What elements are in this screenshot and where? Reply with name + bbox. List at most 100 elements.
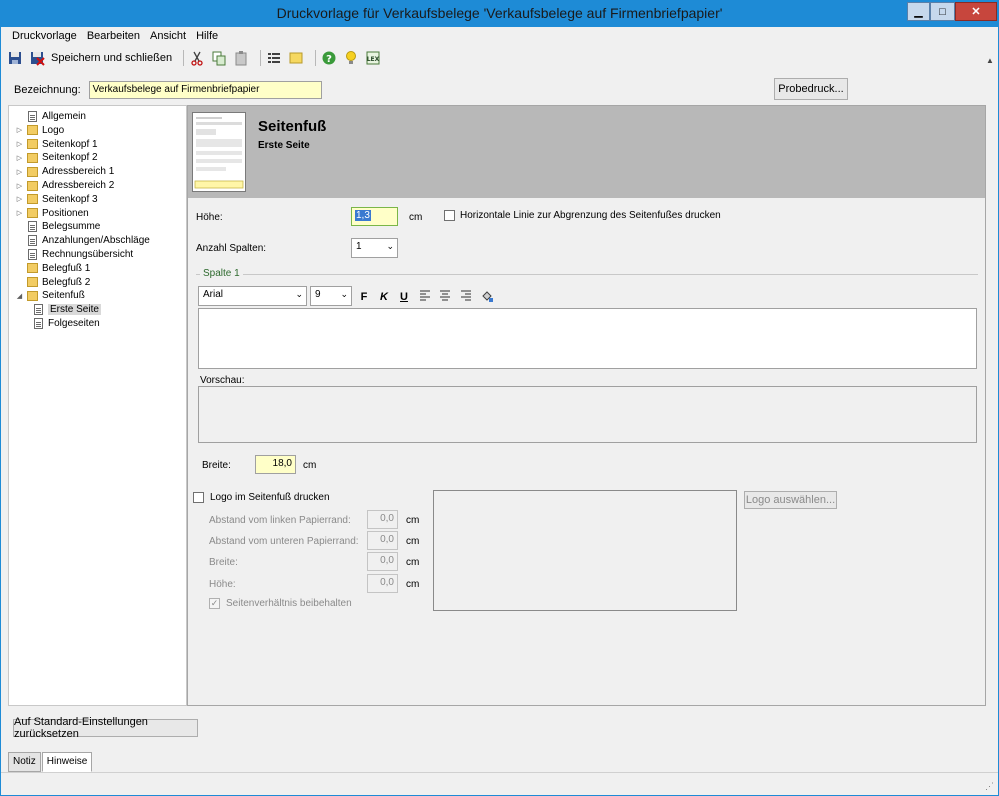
menu-hilfe[interactable]: Hilfe bbox=[191, 30, 223, 46]
expand-icon[interactable]: ▷ bbox=[15, 209, 24, 217]
minimize-button[interactable]: ▁ bbox=[907, 2, 930, 21]
page-icon bbox=[34, 304, 43, 316]
font-value: Arial bbox=[203, 289, 224, 300]
save-close-icon[interactable] bbox=[29, 50, 47, 66]
detail-panel: Seitenfuß Erste Seite Höhe: 1,3 cm Horiz… bbox=[187, 105, 986, 706]
tree-item-label: Anzahlungen/Abschläge bbox=[42, 235, 150, 247]
save-close-button[interactable]: Speichern und schließen bbox=[51, 52, 172, 64]
tree-item-14[interactable]: ◢ Seitenfuß bbox=[15, 289, 85, 302]
tree-item-6[interactable]: ▷ Adressbereich 2 bbox=[15, 179, 114, 192]
lexikon-icon[interactable]: LEX bbox=[365, 50, 383, 66]
font-size-select[interactable]: 9 ⌄ bbox=[310, 286, 352, 306]
align-left-button[interactable] bbox=[417, 289, 433, 305]
reset-defaults-button[interactable]: Auf Standard-Einstellungen zurücksetzen bbox=[13, 716, 198, 740]
expand-icon[interactable]: ▷ bbox=[15, 154, 24, 162]
expand-icon[interactable]: ▷ bbox=[15, 140, 24, 148]
tab-hinweise[interactable]: Hinweise bbox=[41, 752, 93, 772]
title-bar[interactable]: Druckvorlage für Verkaufsbelege 'Verkauf… bbox=[1, 1, 998, 27]
tree-item-label: Positionen bbox=[42, 207, 89, 219]
maximize-button[interactable]: □ bbox=[930, 2, 955, 21]
align-left-icon bbox=[420, 290, 430, 301]
tree-item-12[interactable]: Belegfuß 1 bbox=[15, 262, 90, 275]
tree-item-label: Seitenkopf 1 bbox=[42, 138, 98, 150]
copy-icon[interactable] bbox=[211, 50, 229, 66]
menu-bearbeiten[interactable]: Bearbeiten bbox=[82, 30, 145, 46]
logo-breite-label: Breite: bbox=[209, 557, 238, 568]
bottom-tabs: Notiz Hinweise bbox=[8, 752, 93, 772]
bezeichnung-label: Bezeichnung: bbox=[14, 84, 81, 96]
logo-breite-input[interactable]: 0,0 bbox=[367, 552, 398, 571]
paste-icon[interactable] bbox=[233, 50, 251, 66]
menu-bar: Druckvorlage Bearbeiten Ansicht Hilfe bbox=[7, 30, 223, 46]
resize-grip-icon[interactable]: ⋰ bbox=[985, 781, 994, 792]
logo-abstand-links-input[interactable]: 0,0 bbox=[367, 510, 398, 529]
underline-button[interactable]: U bbox=[396, 289, 412, 305]
breite-label: Breite: bbox=[202, 460, 231, 471]
horizontal-line-checkbox[interactable] bbox=[444, 210, 455, 221]
page-icon bbox=[28, 235, 37, 247]
section-subtitle: Erste Seite bbox=[258, 140, 310, 151]
align-center-button[interactable] bbox=[437, 289, 453, 305]
logo-abstand-unten-unit: cm bbox=[406, 536, 420, 547]
anzahl-spalten-select[interactable]: 1 ⌄ bbox=[351, 238, 398, 258]
page-icon bbox=[34, 318, 43, 329]
bold-button[interactable]: F bbox=[356, 289, 372, 305]
folder-icon bbox=[27, 125, 38, 136]
tree-item-15[interactable]: Erste Seite bbox=[30, 303, 101, 316]
save-icon[interactable] bbox=[7, 50, 25, 66]
menu-ansicht[interactable]: Ansicht bbox=[145, 30, 191, 46]
tree-item-16[interactable]: Folgeseiten bbox=[30, 317, 100, 330]
cut-icon[interactable] bbox=[189, 50, 207, 66]
tab-notiz[interactable]: Notiz bbox=[8, 752, 41, 772]
tree-item-3[interactable]: ▷ Seitenkopf 1 bbox=[15, 138, 98, 151]
tree-item-4[interactable]: ▷ Seitenkopf 2 bbox=[15, 151, 98, 164]
probedruck-button[interactable]: Probedruck... bbox=[774, 78, 848, 100]
folder-icon bbox=[27, 139, 38, 150]
spalte-text-editor[interactable] bbox=[198, 308, 977, 369]
tree-item-9[interactable]: Belegsumme bbox=[15, 220, 100, 233]
tree-item-label: Rechnungsübersicht bbox=[42, 249, 134, 260]
tree-item-11[interactable]: Rechnungsübersicht bbox=[15, 248, 133, 261]
tree-item-1[interactable]: Allgemein bbox=[15, 110, 86, 123]
expand-icon[interactable]: ▷ bbox=[15, 168, 24, 176]
tree-item-13[interactable]: Belegfuß 2 bbox=[15, 276, 90, 289]
text-color-button[interactable] bbox=[479, 289, 495, 305]
tree-item-label: Logo bbox=[42, 124, 65, 136]
toolbar-separator bbox=[260, 50, 262, 66]
tree-item-8[interactable]: ▷ Positionen bbox=[15, 207, 89, 220]
expand-icon[interactable]: ▷ bbox=[15, 195, 24, 203]
tree-item-7[interactable]: ▷ Seitenkopf 3 bbox=[15, 193, 98, 206]
tree-item-5[interactable]: ▷ Adressbereich 1 bbox=[15, 165, 114, 178]
note-icon[interactable] bbox=[288, 50, 306, 66]
logo-abstand-links-label: Abstand vom linken Papierrand: bbox=[209, 515, 351, 526]
aspect-ratio-checkbox[interactable]: ✓ bbox=[209, 598, 220, 609]
tip-bulb-icon[interactable] bbox=[343, 50, 361, 66]
folder-icon bbox=[27, 194, 38, 205]
hoehe-input[interactable]: 1,3 bbox=[351, 207, 398, 226]
list-icon[interactable] bbox=[266, 50, 284, 66]
page-icon bbox=[28, 111, 37, 122]
logo-abstand-unten-input[interactable]: 0,0 bbox=[367, 531, 398, 550]
maximize-icon: □ bbox=[939, 5, 946, 18]
italic-button[interactable]: K bbox=[376, 289, 392, 305]
collapse-icon[interactable]: ◢ bbox=[15, 292, 24, 300]
close-button[interactable]: ✕ bbox=[955, 2, 997, 21]
menu-druckvorlage[interactable]: Druckvorlage bbox=[7, 30, 82, 46]
logo-print-checkbox[interactable] bbox=[193, 492, 204, 503]
tree-item-10[interactable]: Anzahlungen/Abschläge bbox=[15, 234, 150, 247]
logo-hoehe-input[interactable]: 0,0 bbox=[367, 574, 398, 593]
bezeichnung-input[interactable]: Verkaufsbelege auf Firmenbriefpapier bbox=[88, 81, 322, 99]
tree-item-label: Belegsumme bbox=[42, 221, 101, 233]
tree-item-2[interactable]: ▷ Logo bbox=[15, 124, 64, 137]
font-select[interactable]: Arial ⌄ bbox=[198, 286, 307, 306]
svg-text:?: ? bbox=[326, 54, 332, 65]
section-title: Seitenfuß bbox=[258, 118, 327, 135]
logo-choose-button[interactable]: Logo auswählen... bbox=[744, 491, 837, 509]
align-right-button[interactable] bbox=[458, 289, 474, 305]
logo-breite-unit: cm bbox=[406, 557, 420, 568]
expand-icon[interactable]: ▷ bbox=[15, 126, 24, 134]
breite-input[interactable]: 18,0 bbox=[255, 455, 296, 474]
help-icon[interactable]: ? bbox=[321, 50, 339, 66]
scroll-up-icon[interactable]: ▲ bbox=[984, 56, 996, 68]
expand-icon[interactable]: ▷ bbox=[15, 182, 24, 190]
